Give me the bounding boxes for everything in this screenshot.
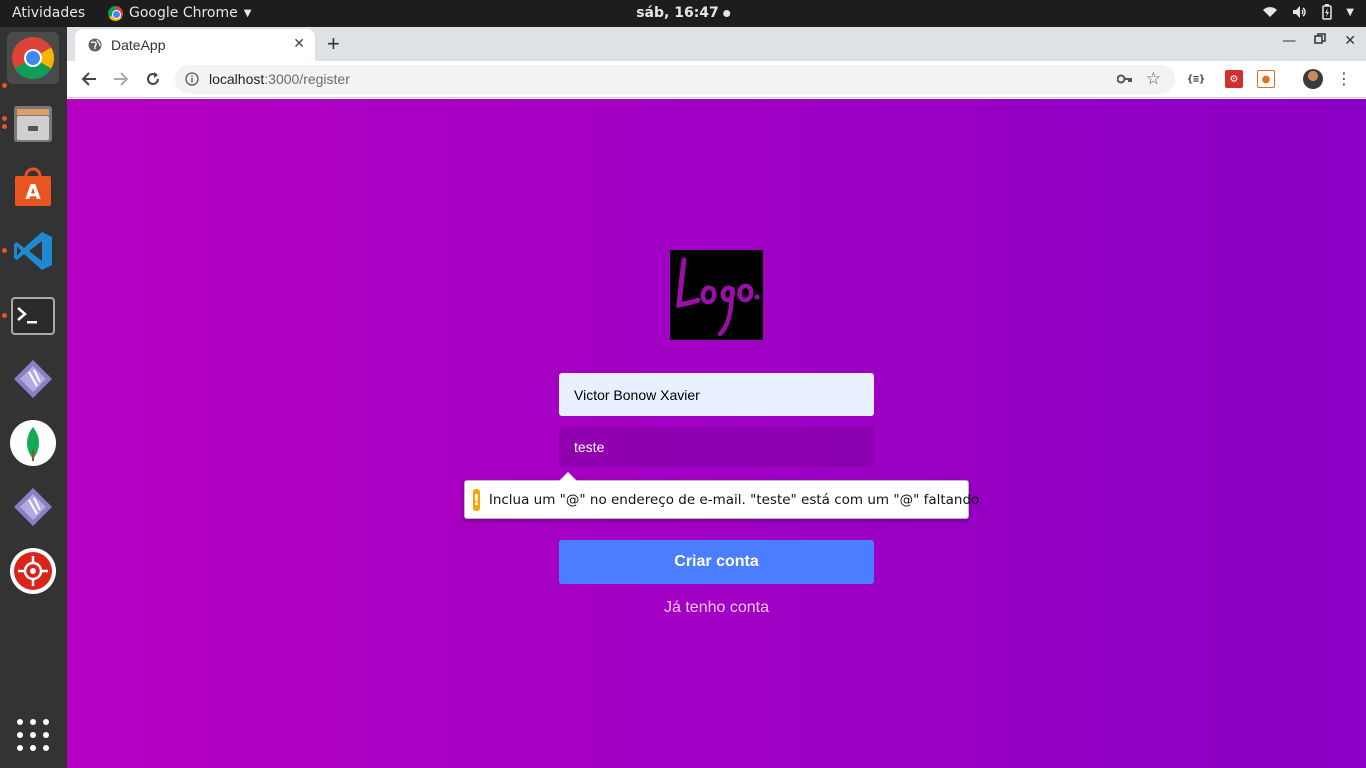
- create-account-label: Criar conta: [674, 553, 759, 570]
- email-input[interactable]: teste: [559, 427, 874, 467]
- activities-button[interactable]: Atividades: [12, 5, 85, 21]
- insomnia-icon: [10, 548, 56, 594]
- key-icon[interactable]: [1117, 72, 1133, 86]
- app-menu-label: Google Chrome: [129, 5, 238, 21]
- profile-avatar[interactable]: [1303, 69, 1323, 89]
- running-indicator: [2, 248, 7, 253]
- validation-message: Inclua um "@" no endereço de e-mail. "te…: [488, 491, 984, 508]
- chrome-icon: [108, 5, 123, 21]
- globe-icon: [88, 38, 102, 52]
- minimize-icon[interactable]: —: [1282, 33, 1296, 49]
- back-arrow-icon: [81, 72, 96, 86]
- email-input-value: teste: [574, 439, 605, 455]
- forward-button[interactable]: [111, 69, 131, 89]
- software-center-icon: A: [15, 167, 51, 206]
- chrome-menu-icon[interactable]: ⋮: [1335, 70, 1353, 88]
- git-kraken-icon: [14, 360, 52, 398]
- address-bar[interactable]: localhost:3000/register ☆: [175, 65, 1175, 94]
- url-host: localhost: [209, 71, 265, 87]
- bookmark-star-icon[interactable]: ☆: [1146, 69, 1161, 89]
- window-controls: — ✕: [1282, 33, 1356, 49]
- battery-icon: [1322, 4, 1333, 20]
- warning-icon: !: [473, 488, 480, 511]
- app-menu[interactable]: Google Chrome ▼: [108, 5, 251, 21]
- chevron-down-icon: ▼: [243, 7, 252, 19]
- wifi-icon: [1263, 7, 1278, 17]
- dock: A: [0, 27, 67, 768]
- logo: [670, 250, 763, 340]
- vscode-icon: [14, 232, 52, 270]
- svg-text:A: A: [25, 180, 41, 204]
- register-page: Victor Bonow Xavier teste Criar conta Já…: [67, 99, 1366, 768]
- react-devtools-extension-icon[interactable]: ⚙: [1225, 70, 1243, 88]
- close-window-icon[interactable]: ✕: [1344, 33, 1356, 49]
- name-input-value: Victor Bonow Xavier: [574, 386, 700, 403]
- create-account-button[interactable]: Criar conta: [559, 540, 874, 584]
- info-icon[interactable]: [185, 72, 199, 86]
- git-kraken-icon: [14, 488, 52, 526]
- mongodb-compass-icon: [10, 420, 56, 466]
- dock-git-kraken-2[interactable]: [7, 481, 59, 533]
- validation-tooltip: ! Inclua um "@" no endereço de e-mail. "…: [464, 472, 983, 519]
- url-path: :3000/register: [264, 71, 350, 87]
- running-indicator: [2, 313, 7, 318]
- show-applications-icon[interactable]: [17, 719, 49, 751]
- dock-insomnia[interactable]: [7, 545, 59, 597]
- running-indicator: [2, 116, 7, 121]
- reload-button[interactable]: [143, 69, 163, 89]
- dock-software-center[interactable]: A: [7, 161, 59, 213]
- volume-icon: [1293, 6, 1306, 18]
- reload-icon: [147, 72, 159, 85]
- files-icon: [14, 106, 52, 142]
- dock-chrome[interactable]: [7, 32, 59, 84]
- notification-dot-icon: [722, 9, 730, 17]
- dock-files[interactable]: [7, 97, 59, 149]
- screen-capture-extension-icon[interactable]: ●: [1257, 70, 1275, 88]
- running-indicator: [2, 83, 7, 88]
- name-input[interactable]: Victor Bonow Xavier: [559, 373, 874, 416]
- clock[interactable]: sáb, 16:47: [636, 5, 730, 21]
- running-indicator: [2, 124, 7, 129]
- system-tray[interactable]: ▼: [1262, 4, 1354, 20]
- tab-strip: DateApp ✕ + — ✕: [67, 27, 1366, 61]
- tab-dateapp[interactable]: DateApp ✕: [75, 29, 315, 61]
- json-viewer-extension-icon[interactable]: {≡}: [1187, 70, 1205, 88]
- login-link[interactable]: Já tenho conta: [559, 599, 874, 617]
- new-tab-button[interactable]: +: [327, 31, 340, 57]
- terminal-icon: [11, 297, 55, 335]
- browser-window: DateApp ✕ + — ✕ localhost:3000/register …: [67, 27, 1366, 768]
- dock-mongodb-compass[interactable]: [7, 417, 59, 469]
- back-button[interactable]: [79, 69, 99, 89]
- restore-icon[interactable]: [1314, 33, 1327, 45]
- clock-label: sáb, 16:47: [636, 5, 719, 21]
- dock-terminal[interactable]: [7, 290, 59, 342]
- url-text: localhost:3000/register: [209, 71, 350, 87]
- forward-arrow-icon: [114, 72, 129, 86]
- tab-title: DateApp: [111, 37, 166, 53]
- system-top-bar: Atividades Google Chrome ▼ sáb, 16:47 ▼: [0, 0, 1366, 27]
- system-menu-chevron-icon: ▼: [1346, 6, 1354, 18]
- tab-close-icon[interactable]: ✕: [293, 36, 305, 52]
- chrome-icon: [12, 37, 55, 80]
- browser-toolbar: localhost:3000/register ☆ {≡} ⚙ ● ⋮: [67, 61, 1366, 98]
- dock-git-kraken[interactable]: [7, 353, 59, 405]
- dock-vscode[interactable]: [7, 225, 59, 277]
